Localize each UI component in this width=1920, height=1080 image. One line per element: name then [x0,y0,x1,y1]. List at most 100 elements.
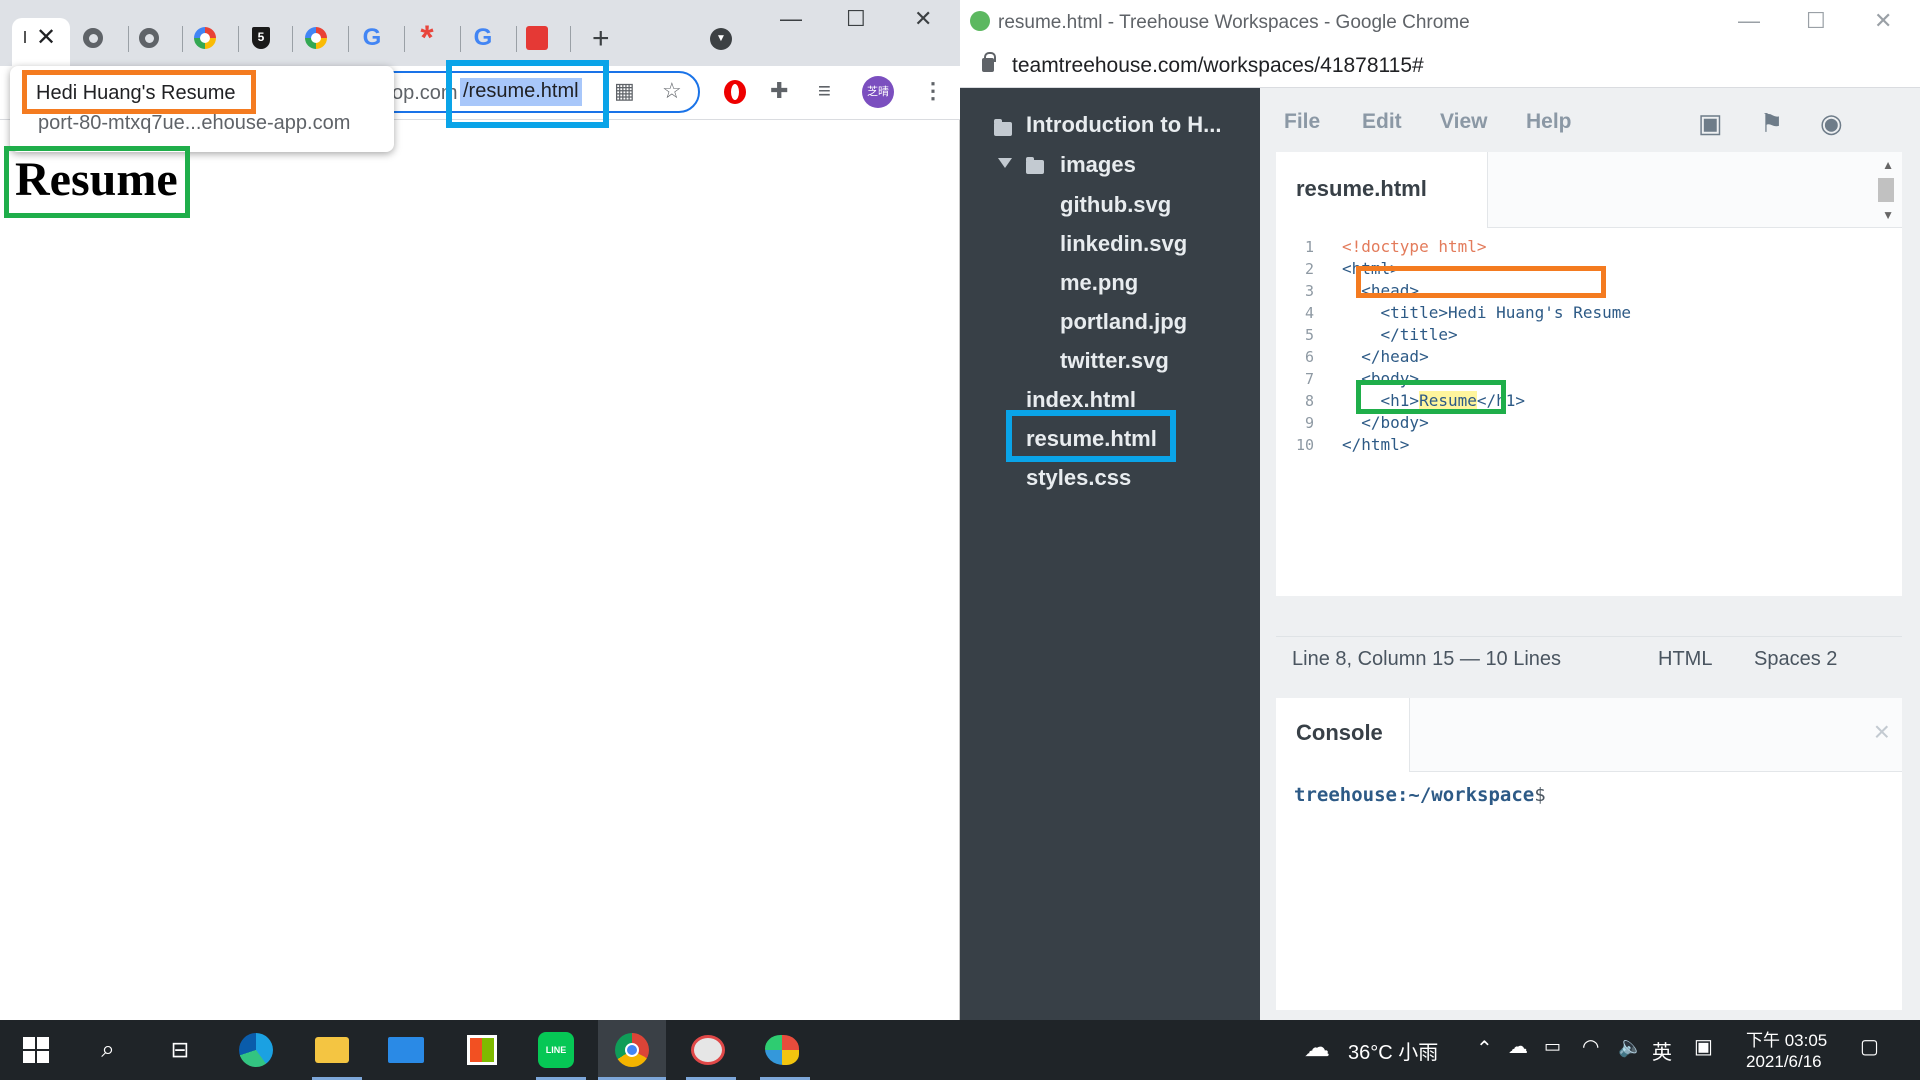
store-icon [467,1035,497,1065]
address-url[interactable]: teamtreehouse.com/workspaces/41878115# [1012,54,1424,78]
tab-globe-1[interactable] [82,27,104,49]
language-mode[interactable]: HTML [1658,648,1712,671]
status-divider [1276,636,1902,637]
minimize-icon[interactable]: — [1738,8,1760,34]
start-button[interactable] [16,1030,56,1070]
weather-cloud-icon[interactable]: ☁ [1304,1032,1330,1063]
task-view-icon[interactable]: ⊟ [160,1030,200,1070]
file-item[interactable]: styles.css [1026,465,1131,491]
taskbar-store[interactable] [462,1030,502,1070]
images-folder[interactable]: images [1060,152,1136,178]
editor-file-tab-label: resume.html [1296,176,1427,201]
menu-view[interactable]: View [1440,110,1487,134]
console-tab[interactable]: Console [1276,698,1410,772]
tab-strip: ✕ 5 G * G + ▼ — ☐ ✕ [0,0,960,66]
line-app-icon: LINE [538,1032,574,1068]
blue-highlight-box-file [1006,410,1176,462]
tab-separator [404,26,405,52]
line-number: 3 [1304,282,1314,300]
file-item[interactable]: portland.jpg [1060,309,1187,335]
tab-html5[interactable]: 5 [250,27,272,49]
tab-colorful-1[interactable] [194,27,216,49]
tab-red-app[interactable] [526,26,548,50]
menu-help[interactable]: Help [1526,110,1572,134]
file-item[interactable]: me.png [1060,270,1138,296]
minimize-icon[interactable]: — [780,6,802,32]
project-folder[interactable]: Introduction to H... [1026,112,1222,138]
clock-time[interactable]: 下午 03:05 [1746,1026,1827,1051]
maximize-icon[interactable]: ☐ [846,6,866,32]
mail-icon [388,1037,424,1063]
right-browser-window: resume.html - Treehouse Workspaces - Goo… [960,0,1920,1020]
tab-google-1[interactable]: G [361,24,383,51]
paint-palette-icon [765,1035,799,1065]
console-prompt[interactable]: treehouse:~/workspace$ [1294,784,1546,806]
google-icon: G [362,24,382,51]
onedrive-cloud-icon[interactable]: ☁ [1508,1034,1528,1059]
taskbar-explorer[interactable] [312,1030,352,1070]
menu-file[interactable]: File [1284,110,1320,134]
scrollbar-thumb[interactable] [1878,178,1894,202]
camera-icon[interactable]: ▣ [1698,108,1723,139]
line-number: 9 [1304,414,1314,432]
input-method-indicator[interactable]: 英 [1652,1036,1672,1065]
clock-date[interactable]: 2021/6/16 [1746,1052,1822,1072]
close-window-icon[interactable]: ✕ [1874,8,1892,34]
code-editor[interactable]: resume.html ▲ ▼ 1 <!doctype html> 2 <html>… [1276,152,1902,596]
taskbar-paint[interactable] [762,1030,802,1070]
taskbar-snip[interactable] [688,1030,728,1070]
file-item[interactable]: github.svg [1060,192,1171,218]
line-number: 10 [1295,436,1314,454]
indent-setting[interactable]: Spaces 2 [1754,648,1837,671]
taskbar-chrome[interactable] [598,1020,666,1080]
notifications-icon[interactable]: ▢ [1860,1034,1879,1059]
wifi-icon[interactable]: ◠ [1582,1034,1599,1059]
file-item[interactable]: twitter.svg [1060,348,1169,374]
taskbar-line[interactable]: LINE [536,1030,576,1070]
scroll-down-arrow-icon[interactable]: ▼ [1882,208,1894,222]
file-item[interactable]: linkedin.svg [1060,231,1187,257]
code-line: 5 </title> [1276,324,1902,346]
taskbar: ⌕ ⊟ LINE ☁ 36°C 小雨 ⌃ ☁ ▭ ◠ 🔈 英 ▣ 下午 03:0… [0,1020,1920,1080]
media-queue-icon[interactable]: ≡ [818,78,831,104]
ime-mode-icon[interactable]: ▣ [1694,1034,1713,1059]
close-window-icon[interactable]: ✕ [914,6,932,32]
tab-google-2[interactable]: G [472,24,494,51]
extensions-puzzle-icon[interactable]: ✚ [770,78,788,104]
adblock-extension-icon[interactable] [724,80,746,104]
taskbar-edge[interactable] [236,1030,276,1070]
chevron-down-icon[interactable] [998,158,1012,168]
tab-search-chevron-icon[interactable]: ▼ [710,28,732,50]
new-tab-plus-icon[interactable]: + [592,22,610,56]
tab-globe-2[interactable] [138,27,160,49]
show-hidden-chevron-icon[interactable]: ⌃ [1476,1036,1493,1061]
lock-icon [982,52,996,72]
close-icon[interactable]: × [1874,716,1890,748]
menu-edit[interactable]: Edit [1362,110,1402,134]
editor-file-tab[interactable]: resume.html [1276,152,1488,228]
bookmark-star-icon[interactable]: ☆ [662,78,682,104]
code-text: </title> [1342,325,1458,344]
html5-shield-icon: 5 [252,27,270,49]
volume-icon[interactable]: 🔈 [1618,1034,1643,1059]
tab-active[interactable]: ✕ [12,18,70,66]
maximize-icon[interactable]: ☐ [1806,8,1826,34]
orange-highlight-box-title [22,70,256,114]
qr-code-icon[interactable]: ▦ [614,78,635,104]
share-flag-icon[interactable]: ⚑ [1760,108,1783,139]
eye-preview-icon[interactable]: ◉ [1820,108,1843,139]
address-bar[interactable]: teamtreehouse.com/workspaces/41878115# [960,46,1920,88]
weather-text[interactable]: 36°C 小雨 [1348,1036,1438,1065]
tab-asterisk[interactable]: * [416,21,438,55]
line-number: 5 [1304,326,1314,344]
taskbar-mail[interactable] [386,1030,426,1070]
search-icon[interactable]: ⌕ [88,1030,128,1070]
tab-colorful-2[interactable] [305,27,327,49]
tab-close-icon[interactable]: ✕ [36,23,56,51]
console-panel[interactable]: Console × treehouse:~/workspace$ [1276,698,1902,1010]
code-text: <!doctype html> [1342,237,1487,256]
battery-icon[interactable]: ▭ [1544,1036,1561,1057]
profile-avatar[interactable]: 芝晴 [862,76,894,108]
scroll-up-arrow-icon[interactable]: ▲ [1882,158,1894,172]
menu-kebab-icon[interactable]: ⋮ [922,78,944,104]
